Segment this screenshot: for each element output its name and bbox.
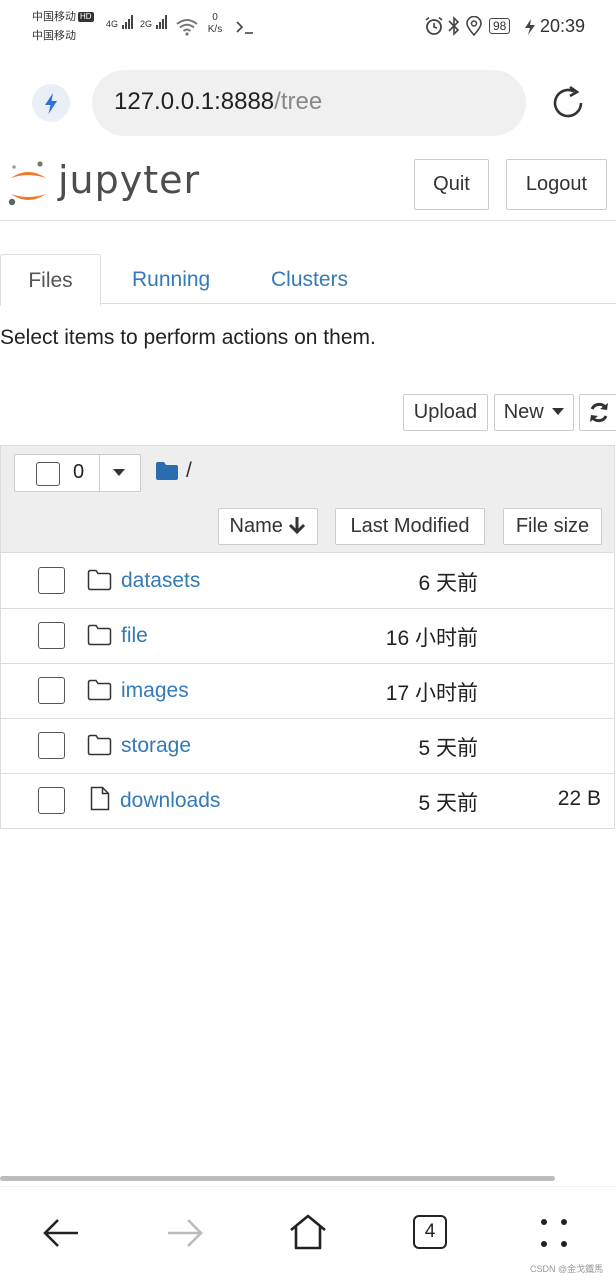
item-name-link[interactable]: storage [121, 734, 191, 758]
clock: 20:39 [540, 16, 586, 36]
site-info-button[interactable] [32, 84, 70, 122]
header-divider [0, 220, 616, 221]
caret-down-icon [552, 408, 565, 415]
list-item[interactable]: file 16 小时前 [1, 608, 614, 664]
caret-down-icon[interactable] [113, 469, 125, 476]
item-checkbox[interactable] [38, 622, 65, 649]
tab-files[interactable]: Files [0, 254, 101, 306]
selection-hint: Select items to perform actions on them. [0, 326, 376, 349]
item-checkbox[interactable] [38, 787, 65, 814]
speed-value: 0 [212, 12, 218, 23]
item-checkbox[interactable] [38, 677, 65, 704]
forward-icon[interactable] [166, 1217, 204, 1249]
refresh-button[interactable] [579, 394, 616, 431]
logout-button[interactable]: Logout [506, 159, 607, 210]
select-all-checkbox[interactable] [36, 462, 60, 486]
refresh-icon [590, 402, 608, 423]
item-checkbox[interactable] [38, 732, 65, 759]
hd-badge: HD [78, 12, 94, 22]
folder-icon [87, 624, 112, 646]
new-label: New [503, 401, 544, 423]
home-icon[interactable] [288, 1213, 328, 1251]
horizontal-scrollbar[interactable] [0, 1176, 555, 1181]
tab-running[interactable]: Running [132, 254, 210, 304]
sort-by-name-button[interactable]: Name [218, 508, 318, 545]
selected-count: 0 [73, 461, 85, 483]
location-icon [466, 16, 482, 36]
sort-by-size-button[interactable]: File size [503, 508, 602, 545]
item-modified: 6 天前 [418, 572, 478, 595]
browser-nav-bar: 4 [0, 1186, 616, 1281]
folder-icon [87, 679, 112, 701]
carrier-1: 中国移动 [32, 11, 76, 23]
item-name-link[interactable]: datasets [121, 569, 200, 593]
item-name-link[interactable]: file [121, 624, 148, 648]
wifi-icon [176, 19, 198, 36]
item-size: 22 B [557, 787, 601, 810]
item-name-link[interactable]: images [121, 679, 189, 703]
lightning-icon [45, 93, 57, 114]
folder-icon[interactable] [155, 461, 179, 481]
more-menu-icon[interactable] [539, 1217, 569, 1249]
network-type-2: 2G [140, 19, 153, 29]
sort-by-modified-button[interactable]: Last Modified [335, 508, 485, 545]
item-name-link[interactable]: downloads [120, 789, 220, 813]
new-button[interactable]: New [494, 394, 574, 431]
item-modified: 5 天前 [418, 792, 478, 815]
alarm-icon [425, 16, 443, 35]
breadcrumb[interactable]: / [186, 459, 192, 483]
tab-clusters[interactable]: Clusters [271, 254, 348, 304]
select-all-dropdown[interactable]: 0 [14, 454, 141, 492]
carrier-2: 中国移动 [32, 30, 76, 42]
carrier-label: 中国移动 HD [32, 8, 94, 26]
list-item[interactable]: storage 5 天前 [1, 718, 614, 774]
bluetooth-icon [448, 16, 460, 36]
url-host: 127.0.0.1:8888 [114, 88, 275, 115]
terminal-icon [236, 21, 253, 34]
watermark: CSDN @金戈鐡馬 [530, 1264, 604, 1274]
speed-unit: K/s [207, 24, 223, 35]
signal-2: 2G [140, 14, 168, 34]
item-checkbox[interactable] [38, 567, 65, 594]
tabs-count-button[interactable]: 4 [413, 1215, 447, 1249]
charging-icon [525, 19, 535, 35]
column-name-label: Name [229, 515, 283, 537]
signal-bars-icon [122, 15, 134, 34]
file-icon [90, 786, 110, 811]
back-icon[interactable] [42, 1217, 80, 1249]
signal-bars-icon [156, 15, 168, 34]
quit-button[interactable]: Quit [414, 159, 489, 210]
network-type-1: 4G [106, 19, 119, 29]
list-item[interactable]: downloads 5 天前 22 B [1, 773, 614, 828]
url-text[interactable]: 127.0.0.1:8888/tree [114, 88, 322, 116]
list-item[interactable]: datasets 6 天前 [1, 553, 614, 609]
folder-icon [87, 734, 112, 756]
upload-button[interactable]: Upload [403, 394, 488, 431]
network-speed: 0 K/s [204, 12, 226, 36]
reload-icon[interactable] [548, 83, 588, 123]
battery-level: 98 [489, 18, 511, 34]
dropdown-separator [99, 455, 100, 491]
item-modified: 16 小时前 [385, 627, 478, 650]
signal-1: 4G [106, 14, 134, 34]
status-bar: 中国移动 HD 中国移动 4G 2G 0 K/s 98 20:39 [0, 0, 616, 56]
folder-icon [87, 569, 112, 591]
url-path: /tree [274, 88, 323, 115]
arrow-down-icon [289, 517, 306, 535]
item-modified: 5 天前 [418, 737, 478, 760]
jupyter-logo-icon[interactable] [6, 158, 56, 212]
battery-indicator: 98 [489, 17, 511, 35]
list-item[interactable]: images 17 小时前 [1, 663, 614, 719]
item-modified: 17 小时前 [385, 682, 478, 705]
jupyter-brand[interactable]: jupyter [58, 158, 200, 202]
